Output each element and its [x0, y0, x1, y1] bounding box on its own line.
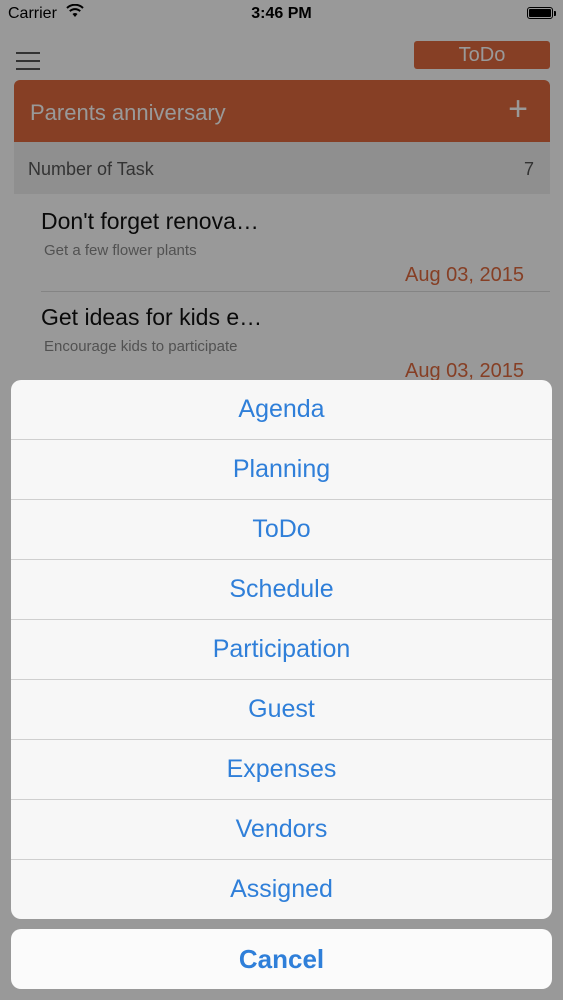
action-guest[interactable]: Guest — [11, 680, 552, 740]
action-planning[interactable]: Planning — [11, 440, 552, 500]
action-agenda[interactable]: Agenda — [11, 380, 552, 440]
action-schedule[interactable]: Schedule — [11, 560, 552, 620]
action-assigned[interactable]: Assigned — [11, 860, 552, 919]
action-participation[interactable]: Participation — [11, 620, 552, 680]
action-expenses[interactable]: Expenses — [11, 740, 552, 800]
cancel-button[interactable]: Cancel — [11, 929, 552, 989]
action-vendors[interactable]: Vendors — [11, 800, 552, 860]
action-sheet: Agenda Planning ToDo Schedule Participat… — [11, 380, 552, 919]
action-todo[interactable]: ToDo — [11, 500, 552, 560]
